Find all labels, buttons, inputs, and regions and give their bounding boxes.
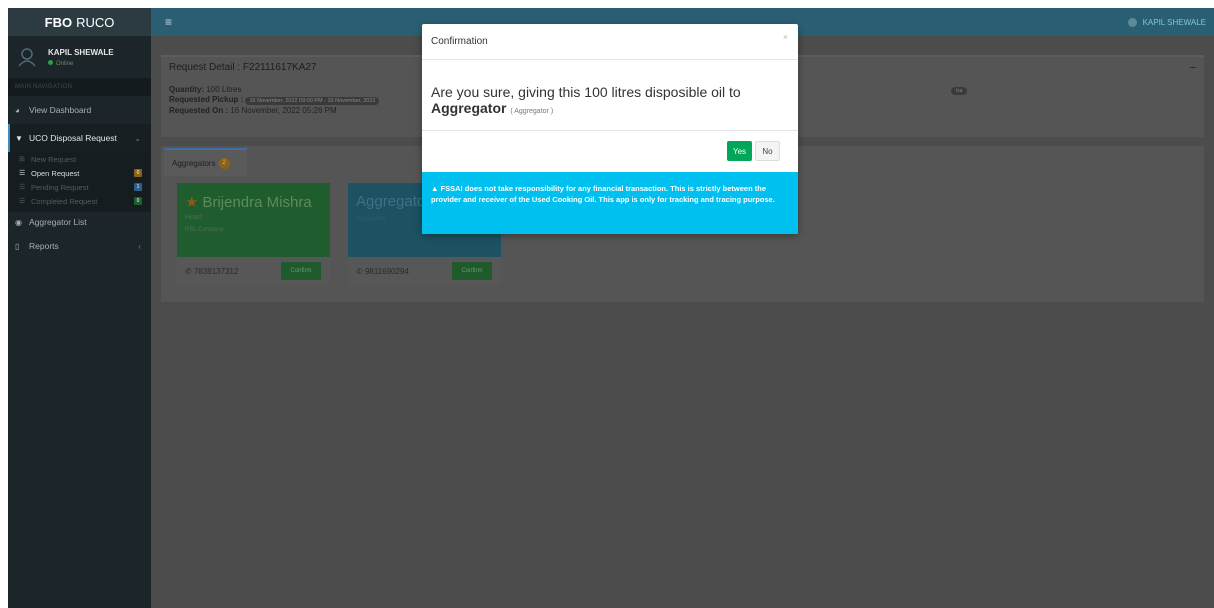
list-icon: ☰	[19, 184, 26, 191]
list-icon: ☰	[19, 198, 26, 205]
modal-header: Confirmation ×	[422, 24, 798, 60]
file-icon: ▯	[15, 241, 20, 251]
aggregator-name: Brijendra Mishra	[202, 193, 312, 211]
sidebar-item-uco-disposal[interactable]: ▼ UCO Disposal Request ⌄	[8, 124, 151, 152]
main-navigation-header: MAIN NAVIGATION	[8, 78, 151, 96]
list-icon: ☰	[19, 170, 26, 177]
sidebar-subitem-new-request[interactable]: ⊞ New Request	[8, 152, 151, 166]
aggregator-phone: 9811690294	[364, 266, 409, 276]
chevron-left-icon: ‹	[138, 241, 141, 251]
status-pill: tra	[951, 87, 968, 95]
star-icon: ★	[185, 194, 199, 211]
phone-icon: ✆	[356, 266, 363, 276]
user-circle-icon: ◉	[15, 217, 22, 227]
aggregator-org: RBL Company	[185, 227, 224, 233]
completed-count-badge: 0	[134, 197, 142, 205]
confirmation-modal: Confirmation × Are you sure, giving this…	[422, 24, 798, 234]
avatar	[1127, 17, 1137, 27]
sidebar-item-dashboard[interactable]: ◕ View Dashboard	[8, 96, 151, 124]
sidebar-user-name: KAPIL SHEWALE	[48, 47, 114, 57]
disclaimer-text: FSSAI does not take responsibility for a…	[431, 184, 775, 204]
aggregator-role: Head	[185, 214, 202, 221]
sidebar: KAPIL SHEWALE Online MAIN NAVIGATION ◕ V…	[8, 36, 151, 608]
request-title: Request Detail : F22111617KA27	[169, 62, 317, 73]
no-button[interactable]: No	[755, 141, 780, 161]
cart-icon: ▼	[15, 133, 23, 143]
sidebar-item-reports[interactable]: ▯ Reports ‹	[8, 232, 151, 260]
aggregator-phone: 7838137312	[193, 266, 239, 276]
disclaimer-alert: ▲ FSSAI does not take responsibility for…	[422, 172, 798, 234]
collapse-icon[interactable]: −	[1190, 62, 1196, 74]
sidebar-item-aggregator-list[interactable]: ◉ Aggregator List	[8, 212, 151, 232]
warning-icon: ▲	[431, 184, 439, 193]
user-menu[interactable]: KAPIL SHEWALE	[1127, 8, 1206, 36]
sidebar-subitem-pending-request[interactable]: ☰ Pending Request 1	[8, 180, 151, 194]
hamburger-icon[interactable]: ≡	[165, 15, 172, 29]
pending-count-badge: 1	[134, 183, 142, 191]
status-dot-icon	[48, 59, 53, 65]
online-status: Online	[48, 59, 114, 67]
aggregators-count-badge: 2	[218, 157, 230, 169]
phone-icon: ✆	[185, 266, 192, 276]
modal-footer: Yes No	[422, 131, 798, 173]
aggregator-name: Aggregato	[356, 193, 426, 210]
chevron-down-icon: ⌄	[134, 133, 141, 143]
yes-button[interactable]: Yes	[727, 141, 752, 161]
uco-submenu: ⊞ New Request ☰ Open Request 0 ☰ Pending…	[8, 152, 151, 212]
brand-logo[interactable]: FBO RUCO	[8, 8, 151, 36]
user-name: KAPIL SHEWALE	[1142, 17, 1206, 27]
tab-aggregators[interactable]: Aggregators 2	[164, 148, 247, 176]
pickup-line: Requested Pickup : 16 November, 2022 09:…	[169, 95, 380, 105]
requested-on-line: Requested On : 16 November, 2022 05:26 P…	[169, 106, 337, 115]
sidebar-subitem-open-request[interactable]: ☰ Open Request 0	[8, 166, 151, 180]
target-name: Aggregator	[431, 100, 507, 116]
dashboard-icon: ◕	[15, 105, 20, 115]
target-subtitle: ( Aggregator )	[510, 108, 554, 115]
grid-icon: ⊞	[19, 156, 25, 163]
modal-body: Are you sure, giving this 100 litres dis…	[422, 60, 798, 131]
sidebar-subitem-completed-request[interactable]: ☰ Completed Request 0	[8, 194, 151, 208]
confirm-button[interactable]: Confirm	[281, 262, 321, 280]
close-icon[interactable]: ×	[783, 32, 788, 42]
user-panel: KAPIL SHEWALE Online	[8, 36, 151, 78]
aggregator-card: ★ Brijendra Mishra Head RBL Company ✆ 783…	[177, 183, 330, 285]
open-count-badge: 0	[134, 169, 142, 177]
modal-title: Confirmation	[431, 36, 488, 47]
confirm-button[interactable]: Confirm	[452, 262, 492, 280]
quantity-line: Quantity: 100 Litres	[169, 85, 242, 94]
confirmation-question: Are you sure, giving this 100 litres dis…	[431, 84, 741, 116]
user-avatar-icon	[18, 48, 36, 67]
pickup-pill: 16 November, 2022 09:00 PM - 16 November…	[245, 97, 380, 105]
